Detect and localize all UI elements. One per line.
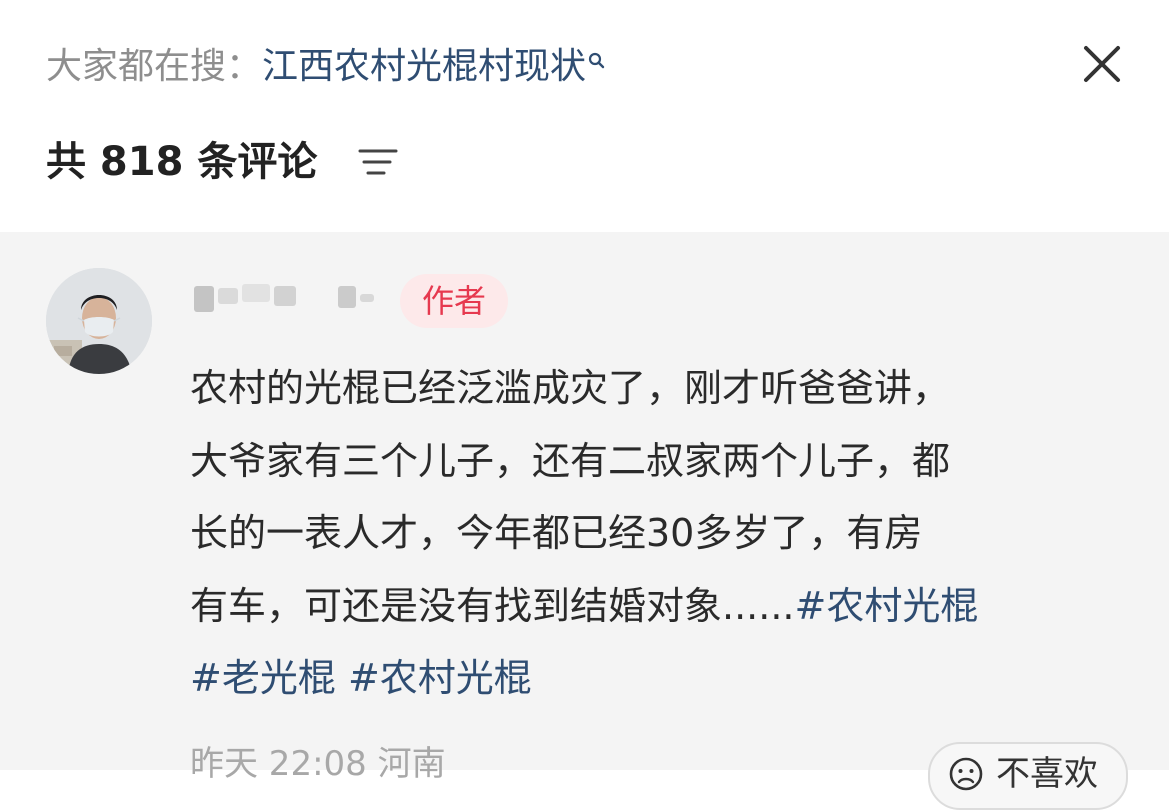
author-badge: 作者 <box>400 274 508 328</box>
blurred-username-mask <box>274 286 296 306</box>
comment-text-line: 农村的光棍已经泛滥成灾了，刚才听爸爸讲， <box>190 352 1130 425</box>
comment-text-segment <box>336 656 348 700</box>
blurred-username-mask <box>194 286 214 312</box>
comment-text: 农村的光棍已经泛滥成灾了，刚才听爸爸讲， 大爷家有三个儿子，还有二叔家两个儿子，都… <box>190 352 1130 715</box>
comment-text-segment: 有车，可还是没有找到结婚对象...... <box>190 583 795 628</box>
comment-text-line: 大爷家有三个儿子，还有二叔家两个儿子，都 <box>190 425 1130 498</box>
comment-text-line: 长的一表人才，今年都已经30多岁了，有房 <box>190 497 1130 570</box>
comment-text-line: 有车，可还是没有找到结婚对象......#农村光棍 <box>190 570 1130 643</box>
comment-text-segment: 农村的光棍已经泛滥成灾了，刚才听爸爸讲， <box>190 366 951 410</box>
trending-search[interactable]: 大家都在搜：江西农村光棍村现状 <box>46 42 606 92</box>
hashtag-link[interactable]: #老光棍 <box>190 656 336 700</box>
close-button[interactable] <box>1076 38 1128 90</box>
dislike-button[interactable]: 不喜欢 <box>928 742 1128 810</box>
blurred-username-mask <box>338 286 356 308</box>
hashtag-link[interactable]: #农村光棍 <box>794 584 978 628</box>
sort-filter-icon[interactable] <box>356 143 400 181</box>
comment-count-title: 共 818 条评论 <box>46 139 318 185</box>
comment-text-line: #老光棍 #农村光棍 <box>190 642 1130 715</box>
username[interactable] <box>190 280 390 320</box>
comments-header: 大家都在搜：江西农村光棍村现状 共 818 条评论 <box>0 0 1169 232</box>
dislike-face-icon <box>949 757 983 791</box>
hashtag-link[interactable]: #农村光棍 <box>348 656 532 700</box>
blurred-username-mask <box>242 284 270 302</box>
close-icon <box>1084 46 1120 82</box>
search-icon <box>588 42 606 69</box>
comment-text-segment: 大爷家有三个儿子，还有二叔家两个儿子，都 <box>190 438 951 483</box>
trending-search-prefix: 大家都在搜： <box>46 46 263 87</box>
comment-meta: 昨天 22:08 河南 <box>190 744 446 784</box>
blurred-username-mask <box>218 288 238 304</box>
avatar[interactable] <box>46 268 152 374</box>
dislike-label: 不喜欢 <box>996 754 1098 794</box>
comment-text-segment: 长的一表人才，今年都已经30多岁了，有房 <box>190 511 923 555</box>
blurred-username-mask <box>360 294 374 302</box>
trending-search-query[interactable]: 江西农村光棍村现状 <box>262 46 586 87</box>
